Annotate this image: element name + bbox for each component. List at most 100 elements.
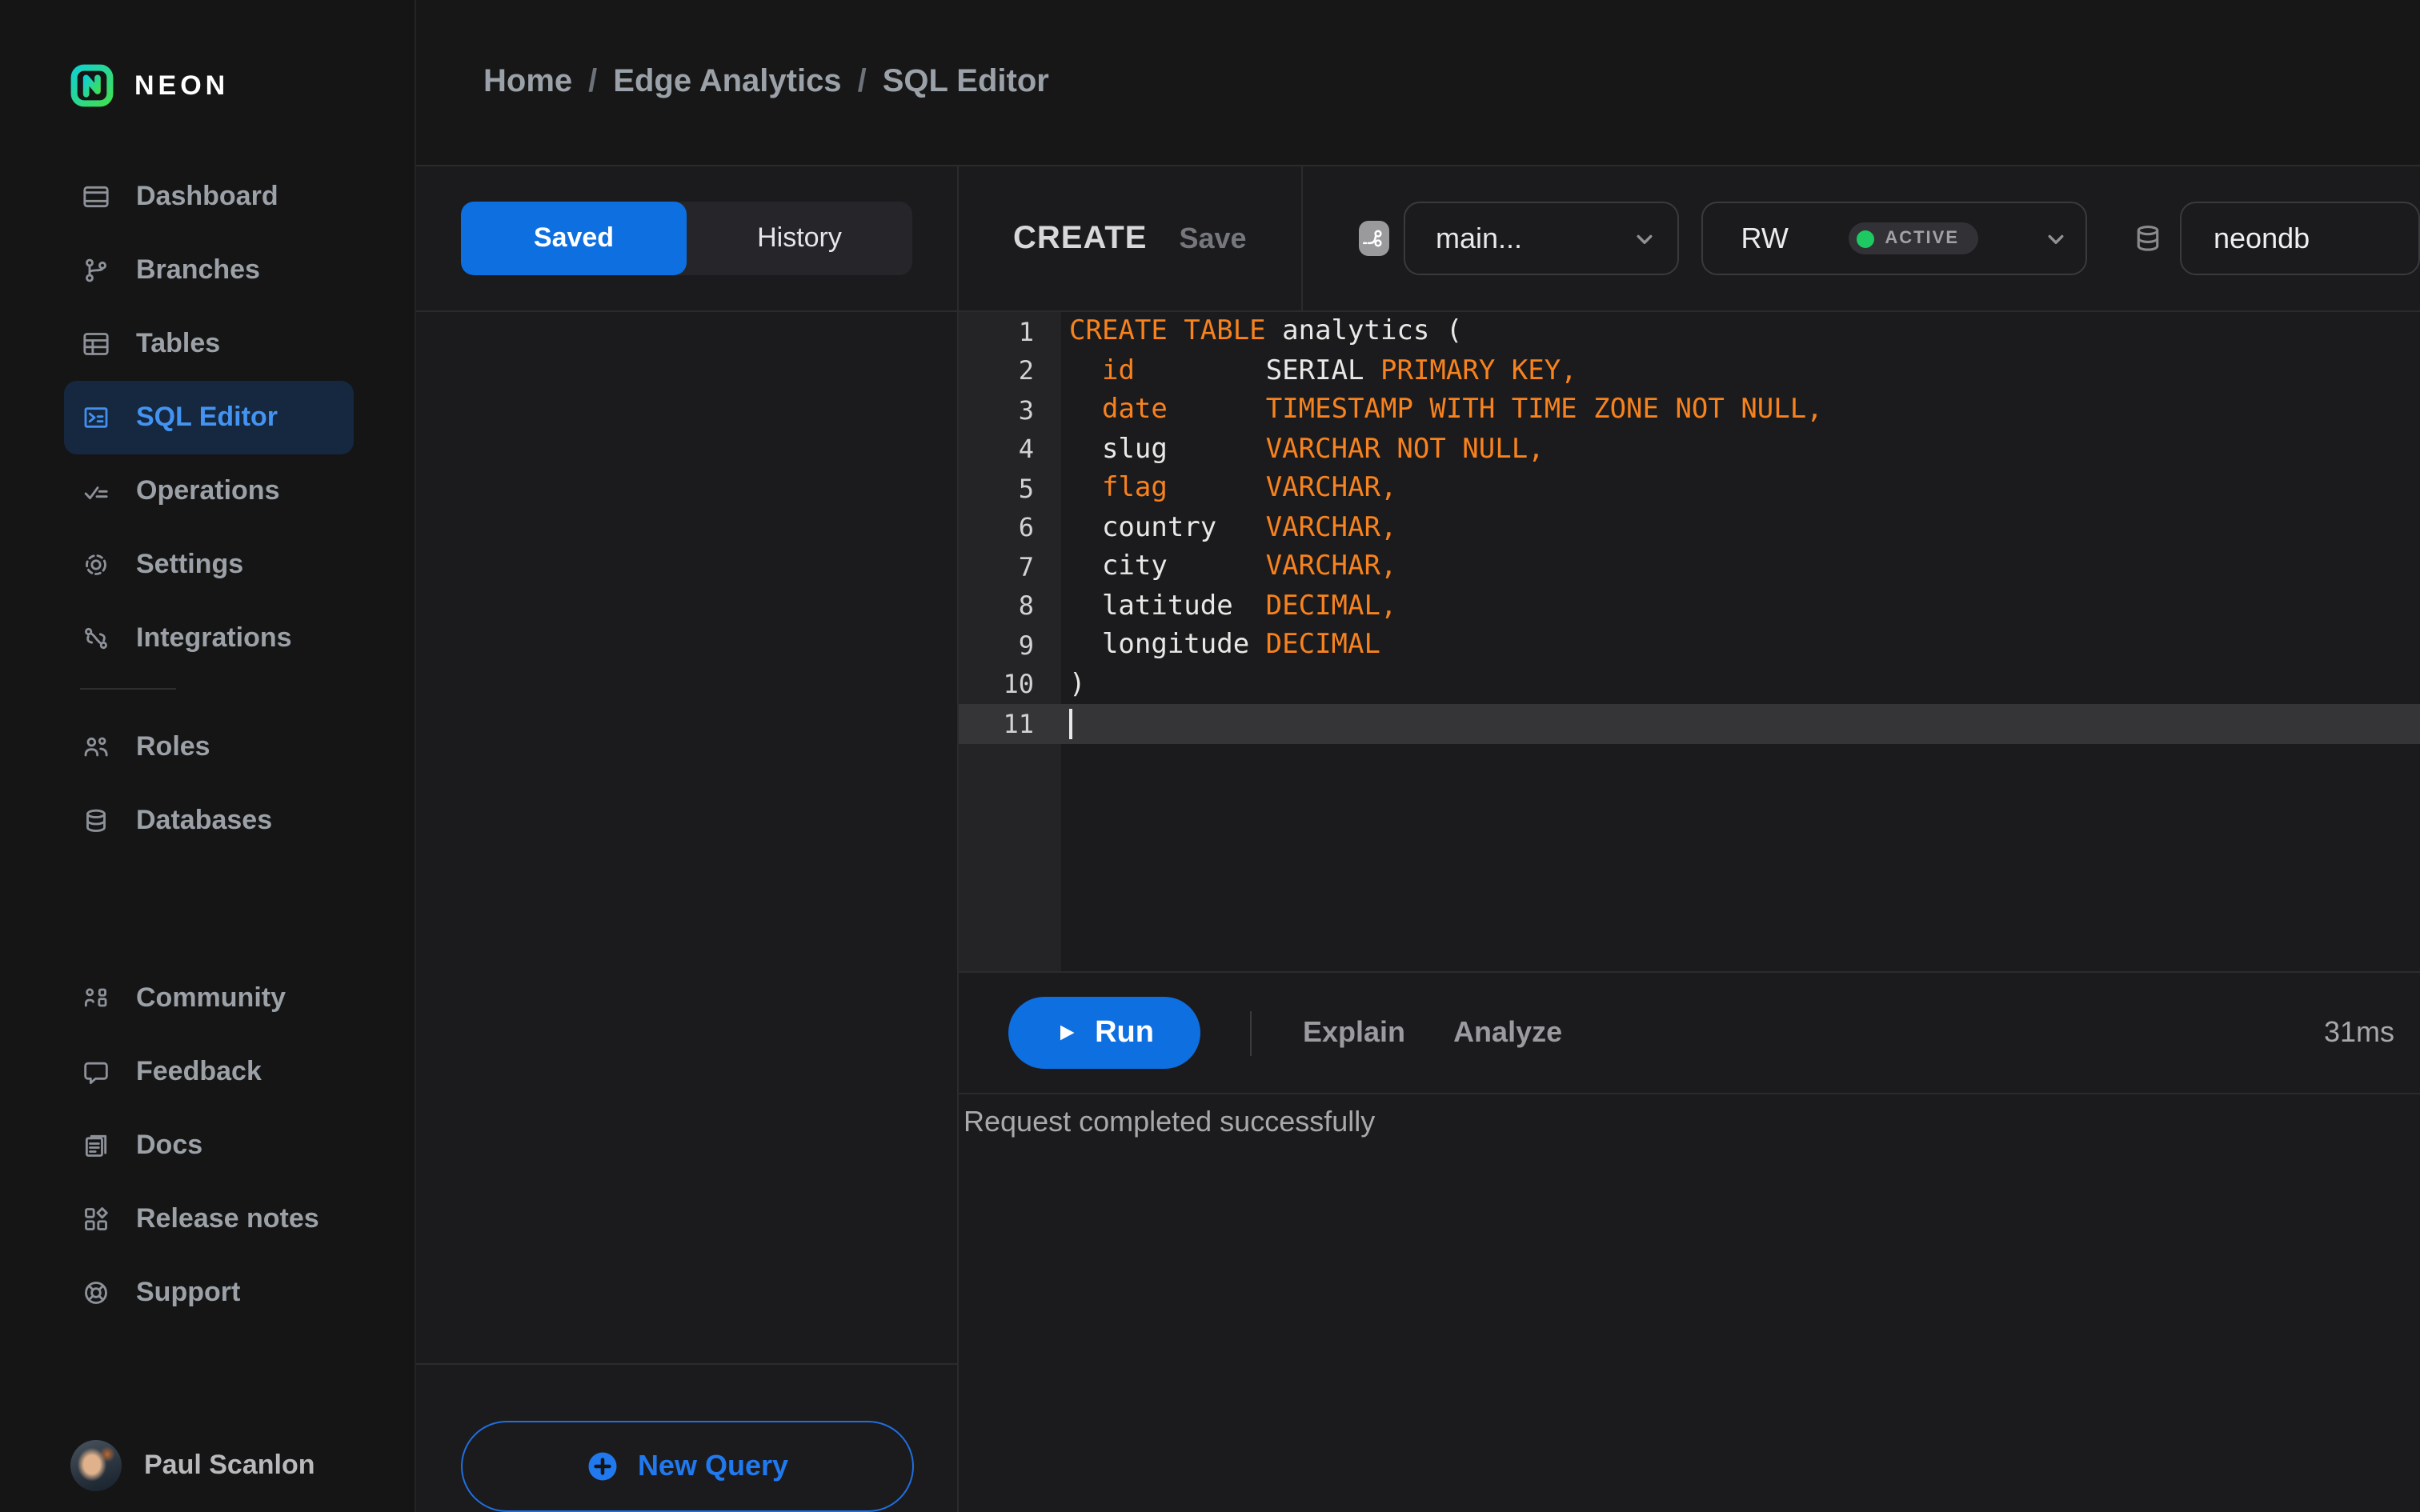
feedback-icon <box>80 1056 112 1088</box>
sidebar-item-release-notes[interactable]: Release notes <box>64 1182 354 1256</box>
tab-saved[interactable]: Saved <box>461 202 687 275</box>
plus-icon <box>587 1450 620 1483</box>
line-number: 6 <box>1018 512 1034 543</box>
database-select[interactable]: neondb <box>2180 202 2420 275</box>
code-line: 8 latitude DECIMAL, <box>959 586 2420 626</box>
code-line: 11 <box>959 704 2420 743</box>
endpoint-select-value: RW <box>1741 222 1789 254</box>
branch-select[interactable]: main... <box>1403 202 1679 275</box>
line-number: 8 <box>1018 590 1034 622</box>
sidebar-item-label: Dashboard <box>136 181 278 211</box>
code-text: CREATE TABLE analytics ( <box>1069 315 1463 348</box>
sidebar-item-label: Branches <box>136 254 260 285</box>
app-window: NEON Dashboard Branches Tables SQL Editor Op… <box>0 0 2420 1512</box>
chevron-down-icon <box>1631 225 1658 252</box>
tables-icon <box>80 328 112 360</box>
line-number: 7 <box>1018 551 1034 582</box>
sidebar-divider <box>80 688 176 690</box>
sidebar-item-label: Operations <box>136 475 280 506</box>
breadcrumb-item-sql-editor[interactable]: SQL Editor <box>883 64 1049 101</box>
run-toolbar: Run Explain Analyze 31ms <box>959 971 2420 1093</box>
sidebar-item-settings[interactable]: Settings <box>64 528 354 602</box>
sidebar-item-label: Databases <box>136 805 273 835</box>
breadcrumb: Home / Edge Analytics / SQL Editor <box>483 64 1049 101</box>
sidebar-item-operations[interactable]: Operations <box>64 454 354 528</box>
sidebar-item-support[interactable]: Support <box>64 1256 354 1330</box>
code-line: 10) <box>959 665 2420 704</box>
endpoint-status-badge: ACTIVE <box>1848 222 1978 254</box>
sidebar-item-dashboard[interactable]: Dashboard <box>64 160 354 234</box>
line-number: 4 <box>1018 434 1034 465</box>
sidebar-item-tables[interactable]: Tables <box>64 307 354 381</box>
query-title: CREATE <box>1013 220 1148 255</box>
sidebar-item-integrations[interactable]: Integrations <box>64 602 354 675</box>
line-number: 10 <box>1003 669 1034 700</box>
line-number: 11 <box>1003 708 1034 739</box>
branch-icon[interactable] <box>1358 221 1389 256</box>
queries-panel-header: Saved History <box>416 166 957 312</box>
breadcrumb-item-home[interactable]: Home <box>483 64 572 101</box>
save-button[interactable]: Save <box>1180 222 1247 255</box>
docs-icon <box>80 1130 112 1162</box>
neon-logo[interactable]: NEON <box>70 62 415 110</box>
code-line: 4 slug VARCHAR NOT NULL, <box>959 430 2420 469</box>
sidebar-item-databases[interactable]: Databases <box>64 784 354 858</box>
sidebar-item-feedback[interactable]: Feedback <box>64 1035 354 1109</box>
code-text: id SERIAL PRIMARY KEY, <box>1101 354 1577 387</box>
code-text: city VARCHAR, <box>1069 550 1397 583</box>
sidebar-nav: Dashboard Branches Tables SQL Editor Operati… <box>0 160 415 1330</box>
release-notes-icon <box>80 1203 112 1235</box>
sidebar-item-sql-editor[interactable]: SQL Editor <box>64 381 354 454</box>
branch-select-value: main... <box>1435 222 1523 254</box>
code-line: 2 id SERIAL PRIMARY KEY, <box>959 351 2420 390</box>
code-line: 5 flag VARCHAR, <box>959 469 2420 508</box>
tab-history[interactable]: History <box>687 202 912 275</box>
endpoint-status-label: ACTIVE <box>1885 229 1959 248</box>
chevron-down-icon <box>2042 225 2069 252</box>
query-duration: 31ms <box>2323 1016 2394 1048</box>
analyze-button[interactable]: Analyze <box>1453 1016 1562 1050</box>
saved-queries-list[interactable] <box>416 312 957 1363</box>
content: Saved History New Query CREATE Save main… <box>416 165 2420 1512</box>
sidebar: NEON Dashboard Branches Tables SQL Editor Op… <box>0 0 416 1512</box>
sidebar-item-branches[interactable]: Branches <box>64 234 354 307</box>
line-number: 2 <box>1018 355 1034 386</box>
avatar <box>70 1440 122 1491</box>
run-button[interactable]: Run <box>1008 997 1200 1069</box>
code-text: flag VARCHAR, <box>1101 472 1397 505</box>
saved-history-tabs: Saved History <box>461 202 912 275</box>
sidebar-item-label: Community <box>136 982 286 1013</box>
sidebar-item-label: Docs <box>136 1130 203 1160</box>
sidebar-item-docs[interactable]: Docs <box>64 1109 354 1182</box>
main-area: Home / Edge Analytics / SQL Editor Saved Hist… <box>416 0 2420 1512</box>
operations-icon <box>80 475 112 507</box>
new-query-button[interactable]: New Query <box>461 1421 914 1512</box>
user-name: Paul Scanlon <box>144 1450 315 1480</box>
database-icon <box>2130 221 2166 256</box>
explain-button[interactable]: Explain <box>1303 1016 1405 1050</box>
endpoint-select[interactable]: RW ACTIVE <box>1701 202 2087 275</box>
support-icon <box>80 1277 112 1309</box>
sidebar-item-roles[interactable]: Roles <box>64 710 354 784</box>
code-text: ) <box>1069 668 1086 701</box>
topbar: Home / Edge Analytics / SQL Editor <box>416 0 2420 165</box>
roles-icon <box>80 731 112 763</box>
run-button-label: Run <box>1095 1015 1154 1049</box>
sidebar-item-label: Roles <box>136 731 210 762</box>
status-message: Request completed successfully <box>964 1106 1376 1138</box>
queries-panel: Saved History New Query <box>416 166 957 1512</box>
sql-editor-panel: CREATE Save main... RW ACTIVE neondb 1 C… <box>957 166 2420 1512</box>
user-menu[interactable]: Paul Scanlon <box>70 1440 415 1491</box>
sidebar-item-label: SQL Editor <box>136 402 278 432</box>
sidebar-item-label: Tables <box>136 328 221 358</box>
sidebar-item-community[interactable]: Community <box>64 962 354 1035</box>
code-editor[interactable]: 1 CREATE TABLE analytics (2 id SERIAL PRI… <box>959 312 2420 971</box>
editor-header: CREATE Save main... RW ACTIVE neondb <box>959 166 2420 312</box>
neon-logo-icon <box>70 64 114 109</box>
code-text: country VARCHAR, <box>1069 511 1397 544</box>
breadcrumb-item-edge-analytics[interactable]: Edge Analytics <box>613 64 841 101</box>
line-number: 9 <box>1018 630 1034 661</box>
integrations-icon <box>80 622 112 654</box>
queries-panel-footer: New Query <box>416 1363 957 1512</box>
